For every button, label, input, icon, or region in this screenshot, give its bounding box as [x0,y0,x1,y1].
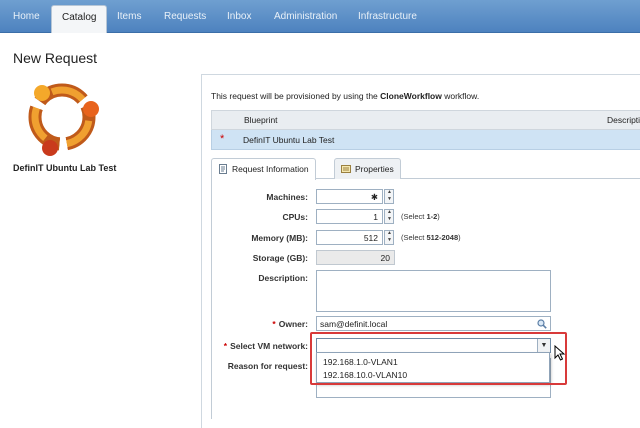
vm-network-label: * Select VM network: [188,341,308,351]
owner-field[interactable]: sam@definit.local [316,316,551,331]
catalog-item-name: DefinIT Ubuntu Lab Test [13,163,117,173]
workflow-name: CloneWorkflow [380,91,442,101]
intro-prefix: This request will be provisioned by usin… [211,91,381,101]
page-title: New Request [13,50,98,66]
hint-prefix: (Select [401,233,427,242]
document-icon [219,164,227,174]
column-header-blueprint[interactable]: Blueprint [244,115,278,125]
memory-stepper[interactable] [384,230,394,245]
hint-prefix: (Select [401,212,427,221]
tab-properties[interactable]: Properties [334,158,401,179]
tab-label: Properties [355,164,394,174]
required-marker: * [220,133,225,145]
tab-catalog[interactable]: Catalog [51,5,108,33]
properties-icon [341,165,351,173]
hint-suffix: ) [437,212,440,221]
required-marker: * [223,341,228,351]
tab-request-information[interactable]: Request Information [211,158,316,180]
machines-stepper[interactable] [384,189,394,204]
tab-infrastructure[interactable]: Infrastructure [358,11,417,22]
machines-field[interactable]: ✱ [316,189,383,204]
reason-label: Reason for request: [227,361,308,371]
storage-field: 20 [316,250,395,265]
workflow-intro: This request will be provisioned by usin… [211,91,479,101]
column-header-description[interactable]: Descripti [607,115,640,125]
storage-value: 20 [380,253,390,263]
tab-administration[interactable]: Administration [274,11,337,22]
mouse-cursor-icon [554,345,566,361]
cpus-label: CPUs: [282,212,308,222]
blueprint-name: DefinIT Ubuntu Lab Test [243,135,335,145]
ubuntu-logo [28,83,99,156]
tab-label: Request Information [232,164,309,174]
cpus-hint: (Select 1-2) [401,212,440,221]
machines-label: Machines: [266,192,308,202]
cpus-value: 1 [373,212,378,222]
tab-items[interactable]: Items [117,11,141,22]
annotation-highlight-box [310,332,567,385]
table-row[interactable]: * DefinIT Ubuntu Lab Test [211,130,640,150]
vm-network-label-text: Select VM network: [230,341,308,351]
blueprint-table-header: Blueprint Descripti [211,110,640,130]
owner-value: sam@definit.local [320,319,388,329]
top-navigation: Home Catalog Items Requests Inbox Admini… [0,0,640,33]
owner-label-text: Owner: [278,319,308,329]
description-field[interactable] [316,270,551,312]
search-icon[interactable] [537,319,547,329]
memory-field[interactable]: 512 [316,230,383,245]
cpus-field[interactable]: 1 [316,209,383,224]
cpus-stepper[interactable] [384,209,394,224]
memory-hint: (Select 512-2048) [401,233,461,242]
storage-label: Storage (GB): [252,253,308,263]
hint-range: 1-2 [426,212,438,221]
tab-requests[interactable]: Requests [164,11,206,22]
machines-value: ✱ [370,192,378,202]
intro-suffix: workflow. [441,91,480,101]
tab-inbox[interactable]: Inbox [227,11,251,22]
description-label: Description: [258,273,308,283]
memory-label: Memory (MB): [251,233,308,243]
owner-label: * Owner: [188,319,308,329]
memory-value: 512 [363,233,378,243]
hint-suffix: ) [458,233,461,242]
required-marker: * [272,319,276,329]
hint-range: 512-2048 [426,233,459,242]
tab-home[interactable]: Home [13,11,40,22]
